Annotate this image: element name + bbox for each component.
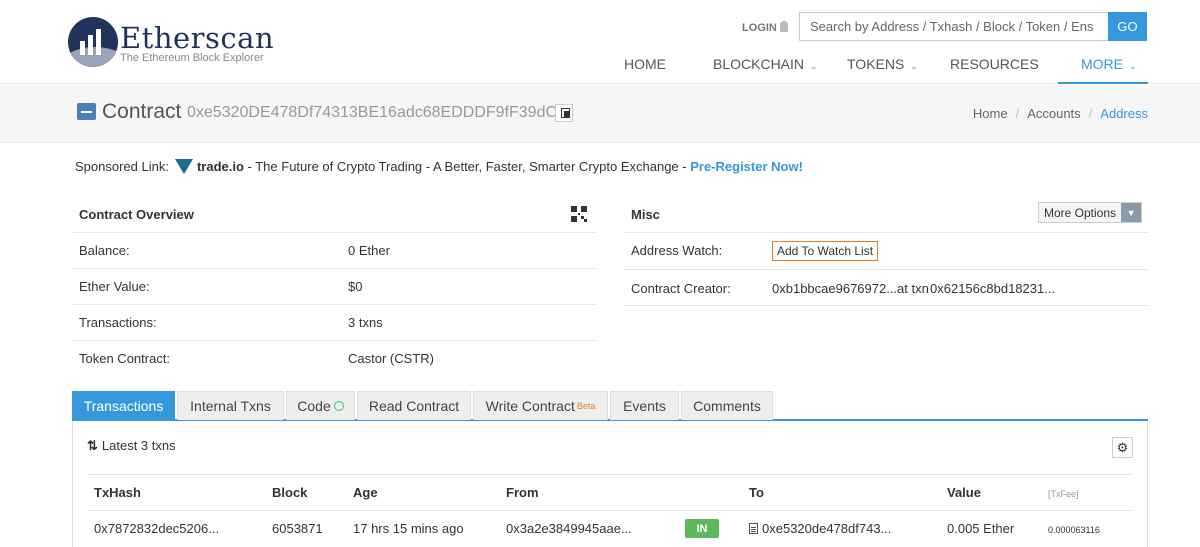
col-txfee: [TxFee] (1048, 489, 1079, 499)
search-input[interactable] (799, 12, 1109, 41)
qr-code-icon[interactable] (571, 206, 587, 222)
direction-badge: IN (685, 519, 719, 538)
login-link[interactable]: LOGIN (742, 21, 788, 34)
contract-doc-icon (749, 523, 758, 534)
nav-resources[interactable]: RESOURCES (950, 56, 1039, 72)
beta-badge: Beta (576, 401, 596, 411)
active-nav-indicator (1058, 82, 1148, 84)
tx-block-link[interactable]: 6053871 (272, 521, 323, 536)
tx-to: 0xe5320de478df743... (749, 521, 891, 536)
brand-name: Etherscan (120, 21, 275, 55)
tab-comments[interactable]: Comments (681, 391, 773, 420)
ether-value-label: Ether Value: (79, 279, 150, 294)
sort-icon: ⇅ (87, 438, 98, 453)
balance-label: Balance: (79, 243, 130, 258)
tx-fee: 0.000063116 (1048, 525, 1100, 535)
chevron-down-icon: ⌄ (1129, 61, 1137, 71)
nav-home[interactable]: HOME (624, 56, 666, 72)
transactions-label: Transactions: (79, 315, 157, 330)
creator-address-link[interactable]: 0xb1bbcae9676972... (772, 281, 897, 296)
add-to-watch-list-button[interactable]: Add To Watch List (772, 241, 879, 261)
user-icon (779, 21, 788, 32)
tab-write-contract[interactable]: Write Contract Beta (473, 391, 608, 420)
contract-creator-label: Contract Creator: (631, 281, 731, 296)
gear-icon[interactable]: ⚙ (1112, 437, 1133, 458)
copy-icon[interactable] (555, 104, 573, 122)
col-block: Block (272, 485, 308, 500)
breadcrumb-home[interactable]: Home (973, 106, 1008, 121)
tx-from-link[interactable]: 0x3a2e3849945aae... (506, 521, 632, 536)
breadcrumb-current: Address (1100, 106, 1148, 121)
token-contract-link[interactable]: Castor (CSTR) (348, 351, 434, 366)
nav-tokens[interactable]: TOKENS ⌄ (847, 56, 918, 72)
tab-transactions[interactable]: Transactions (72, 391, 175, 420)
creator-txn-link[interactable]: 0x62156c8bd18231... (930, 281, 1055, 296)
balance-value: 0 Ether (348, 243, 390, 258)
tab-internal-txns[interactable]: Internal Txns (177, 391, 284, 420)
col-to: To (749, 485, 764, 500)
contract-icon (77, 103, 96, 120)
search-go-button[interactable]: GO (1108, 12, 1147, 41)
breadcrumb-accounts[interactable]: Accounts (1027, 106, 1080, 121)
brand-tagline: The Ethereum Block Explorer (120, 52, 264, 64)
chevron-down-icon: ⌄ (810, 61, 818, 71)
tx-hash-link[interactable]: 0x7872832dec5206... (94, 521, 219, 536)
nav-blockchain[interactable]: BLOCKCHAIN ⌄ (713, 56, 818, 72)
creator-at-text: at txn (897, 281, 929, 296)
transactions-value: 3 txns (348, 315, 383, 330)
col-age: Age (353, 485, 378, 500)
logo-icon (68, 17, 118, 67)
etherscan-logo[interactable]: Etherscan The Ethereum Block Explorer (68, 17, 274, 72)
pre-register-link[interactable]: Pre-Register Now! (690, 159, 803, 174)
breadcrumb: Home / Accounts / Address (972, 106, 1148, 121)
verified-check-icon (333, 401, 344, 411)
col-value: Value (947, 485, 981, 500)
site-header: Etherscan The Ethereum Block Explorer LO… (0, 0, 1200, 84)
tx-age: 17 hrs 15 mins ago (353, 521, 464, 536)
misc-title: Misc (631, 207, 660, 222)
tradeio-logo-icon (174, 159, 193, 174)
contract-address: 0xe5320DE478Df74313BE16adc68EDDDF9fF39dC… (187, 104, 574, 121)
overview-title: Contract Overview (79, 207, 194, 222)
more-options-dropdown[interactable]: More Options ▼ (1038, 202, 1143, 223)
col-from: From (506, 485, 539, 500)
tab-events[interactable]: Events (610, 391, 679, 420)
chevron-down-icon: ⌄ (910, 61, 918, 71)
ether-value: $0 (348, 279, 363, 294)
tab-read-contract[interactable]: Read Contract (357, 391, 471, 420)
address-watch-label: Address Watch: (631, 243, 723, 258)
chevron-down-icon: ▼ (1121, 203, 1142, 222)
nav-more[interactable]: MORE ⌄ (1081, 56, 1137, 72)
token-contract-label: Token Contract: (79, 351, 171, 366)
page-title: Contract (102, 100, 182, 123)
col-txhash: TxHash (94, 485, 141, 500)
tx-value: 0.005 Ether (947, 521, 1015, 536)
sponsored-link: Sponsored Link: trade.io - The Future of … (75, 159, 803, 174)
tab-code[interactable]: Code (286, 391, 355, 420)
sponsor-brand[interactable]: trade.io (197, 159, 244, 174)
latest-txns-summary: ⇅ Latest 3 txns (87, 438, 176, 453)
